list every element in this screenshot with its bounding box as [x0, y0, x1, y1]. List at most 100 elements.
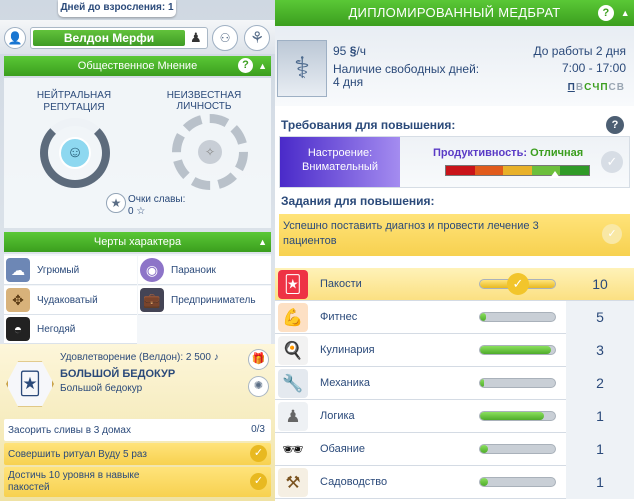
public-opinion-header[interactable]: Общественное Мнение ? ▲: [4, 56, 271, 76]
aspiration-section: 🃏 Удовлетворение (Велдон): 2 500 ♪ БОЛЬШ…: [0, 344, 275, 501]
task-label: Совершить ритуал Вуду 5 раз: [8, 448, 147, 460]
skills-list: 🃏 Пакости ✓ 10 💪 Фитнес 5 🍳 Кулинария 3 …: [275, 268, 634, 501]
days-off-label: Наличие свободных дней:: [333, 62, 480, 76]
skill-name: Механика: [320, 377, 371, 389]
garden-tools-icon: ⚒: [278, 468, 308, 497]
career-info: ⚕ 95 §/ч Наличие свободных дней: 4 дня Д…: [275, 26, 634, 106]
salary-wrap: 95 §/ч: [333, 44, 366, 58]
checkmark-icon: ✓: [507, 273, 529, 295]
work-days: П В С Ч П С В: [568, 82, 624, 93]
public-opinion-title: Общественное Мнение: [77, 60, 198, 72]
days-to-adult-label: Дней до взросления: 1: [58, 0, 176, 17]
aspiration-task-2[interactable]: Совершить ритуал Вуду 5 раз ✓: [4, 443, 271, 465]
mood-requirement: Настроение: Внимательный: [280, 137, 400, 187]
trait-paranoid[interactable]: ◉ Параноик: [138, 256, 271, 285]
skill-progress-bar: [479, 345, 556, 355]
checkmark-icon: ✓: [602, 224, 622, 244]
sim-figure-icon: ♟: [190, 30, 202, 45]
fame-points-star-icon: ★: [106, 193, 126, 213]
skill-name: Обаяние: [320, 443, 366, 455]
aspiration-change-icon[interactable]: ✺: [248, 376, 269, 397]
promotion-task[interactable]: Успешно поставить диагноз и провести леч…: [279, 214, 630, 256]
mask-icon: ◓: [6, 317, 30, 341]
skill-level: 10: [592, 276, 608, 292]
reputation-label: НЕЙТРАЛЬНАЯ РЕПУТАЦИЯ: [36, 90, 112, 113]
skill-row-gardening[interactable]: ⚒ Садоводство 1: [275, 466, 634, 499]
frying-pan-icon: 🍳: [278, 336, 308, 365]
collapse-arrow-icon[interactable]: ▲: [258, 56, 267, 76]
promotion-tasks-title: Задания для повышения:: [281, 194, 435, 208]
collapse-arrow-icon[interactable]: ▲: [621, 0, 630, 26]
skill-row-mischief[interactable]: 🃏 Пакости ✓ 10: [275, 268, 634, 301]
work-hours: 7:00 - 17:00: [561, 61, 626, 75]
checkmark-icon: ✓: [250, 445, 267, 462]
skill-row-charisma[interactable]: 🕶 Обаяние 1: [275, 433, 634, 466]
salary-unit: /ч: [356, 44, 366, 58]
trait-label: Угрюмый: [37, 264, 80, 276]
mood-label: Настроение:: [307, 147, 373, 159]
jester-icon[interactable]: 🃏: [6, 361, 54, 407]
sunglasses-icon: 🕶: [278, 435, 308, 464]
trait-entrepreneur[interactable]: 💼 Предприниматель: [138, 286, 271, 315]
performance-wrap: Продуктивность: Отличная: [433, 147, 583, 159]
weekday: С: [608, 82, 616, 93]
task-progress: 0/3: [251, 424, 265, 435]
trait-mean[interactable]: ◓ Негодяй: [4, 315, 137, 344]
briefcase-icon: 💼: [140, 288, 164, 312]
skill-progress-bar: [479, 411, 556, 421]
trait-gloomy[interactable]: ☁ Угрюмый: [4, 256, 137, 285]
goofball-icon: ✥: [6, 288, 30, 312]
salary-value: 95: [333, 44, 347, 58]
storm-cloud-icon: ☁: [6, 258, 30, 282]
promotion-requirements-title: Требования для повышения:: [281, 118, 456, 132]
traits-section: ☁ Угрюмый ◉ Параноик ✥ Чудаковатый 💼 Пре…: [4, 254, 271, 344]
skill-level: 3: [566, 334, 634, 367]
public-opinion-section: НЕЙТРАЛЬНАЯ РЕПУТАЦИЯ ☺ НЕИЗВЕСТНАЯ ЛИЧН…: [4, 78, 271, 228]
performance-value: Отличная: [530, 147, 584, 159]
skill-row-handiness[interactable]: 🔧 Механика 2: [275, 367, 634, 400]
fame-star-icon: ✧: [198, 140, 222, 164]
performance-marker: [550, 171, 560, 178]
trait-label: Предприниматель: [171, 294, 256, 306]
household-icon[interactable]: ⚇: [212, 25, 238, 51]
satisfaction-wrap: Удовлетворение (Велдон): 2 500 ♪: [60, 352, 219, 363]
caduceus-icon: ⚕: [277, 40, 327, 97]
skill-level: 2: [566, 367, 634, 400]
weekday: Ч: [592, 82, 600, 93]
collapse-arrow-icon[interactable]: ▲: [258, 232, 267, 252]
skill-level: 1: [566, 400, 634, 433]
help-icon[interactable]: ?: [238, 58, 253, 73]
career-header: ДИПЛОМИРОВАННЫЙ МЕДБРАТ ? ▲: [275, 0, 634, 26]
sim-name-bar[interactable]: Велдон Мерфи ♟: [30, 27, 208, 49]
help-icon[interactable]: ?: [606, 116, 624, 134]
sim-info-panel: Дней до взросления: 1 👤 Велдон Мерфи ♟ ⚇…: [0, 0, 275, 501]
traits-header[interactable]: Черты характера ▲: [4, 232, 271, 252]
skill-row-fitness[interactable]: 💪 Фитнес 5: [275, 301, 634, 334]
trait-label: Чудаковатый: [37, 294, 98, 306]
promotion-task-label: Успешно поставить диагноз и провести леч…: [283, 220, 539, 247]
skill-row-cooking[interactable]: 🍳 Кулинария 3: [275, 334, 634, 367]
checkmark-icon: ✓: [250, 473, 267, 490]
trait-goofball[interactable]: ✥ Чудаковатый: [4, 286, 137, 315]
relationships-icon[interactable]: ⚘: [244, 25, 270, 51]
task-label: Достичь 10 уровня в навыке пакостей: [8, 470, 140, 493]
task-label: Засорить сливы в 3 домах: [8, 424, 131, 436]
skill-name: Пакости: [320, 278, 362, 290]
gift-icon[interactable]: 🎁: [248, 349, 269, 370]
aspiration-subtitle: Большой бедокур: [60, 383, 143, 394]
help-icon[interactable]: ?: [598, 5, 614, 21]
trait-label: Параноик: [171, 264, 216, 276]
weekday: С: [584, 82, 592, 93]
wrench-icon: 🔧: [278, 369, 308, 398]
weekday: П: [567, 82, 575, 93]
weekday: В: [616, 82, 624, 93]
skill-row-logic[interactable]: ♟ Логика 1: [275, 400, 634, 433]
satisfaction-label: Удовлетворение (Велдон): 2 500: [60, 352, 211, 363]
skill-progress-bar: [479, 312, 556, 322]
aspiration-task-3[interactable]: Достичь 10 уровня в навыке пакостей ✓: [4, 467, 271, 497]
skill-progress-bar: [479, 477, 556, 487]
aspiration-task-1[interactable]: Засорить сливы в 3 домах 0/3: [4, 419, 271, 441]
skill-name: Садоводство: [320, 476, 388, 488]
muscle-arm-icon: 💪: [278, 303, 308, 332]
sim-silhouette-icon[interactable]: 👤: [4, 27, 26, 49]
